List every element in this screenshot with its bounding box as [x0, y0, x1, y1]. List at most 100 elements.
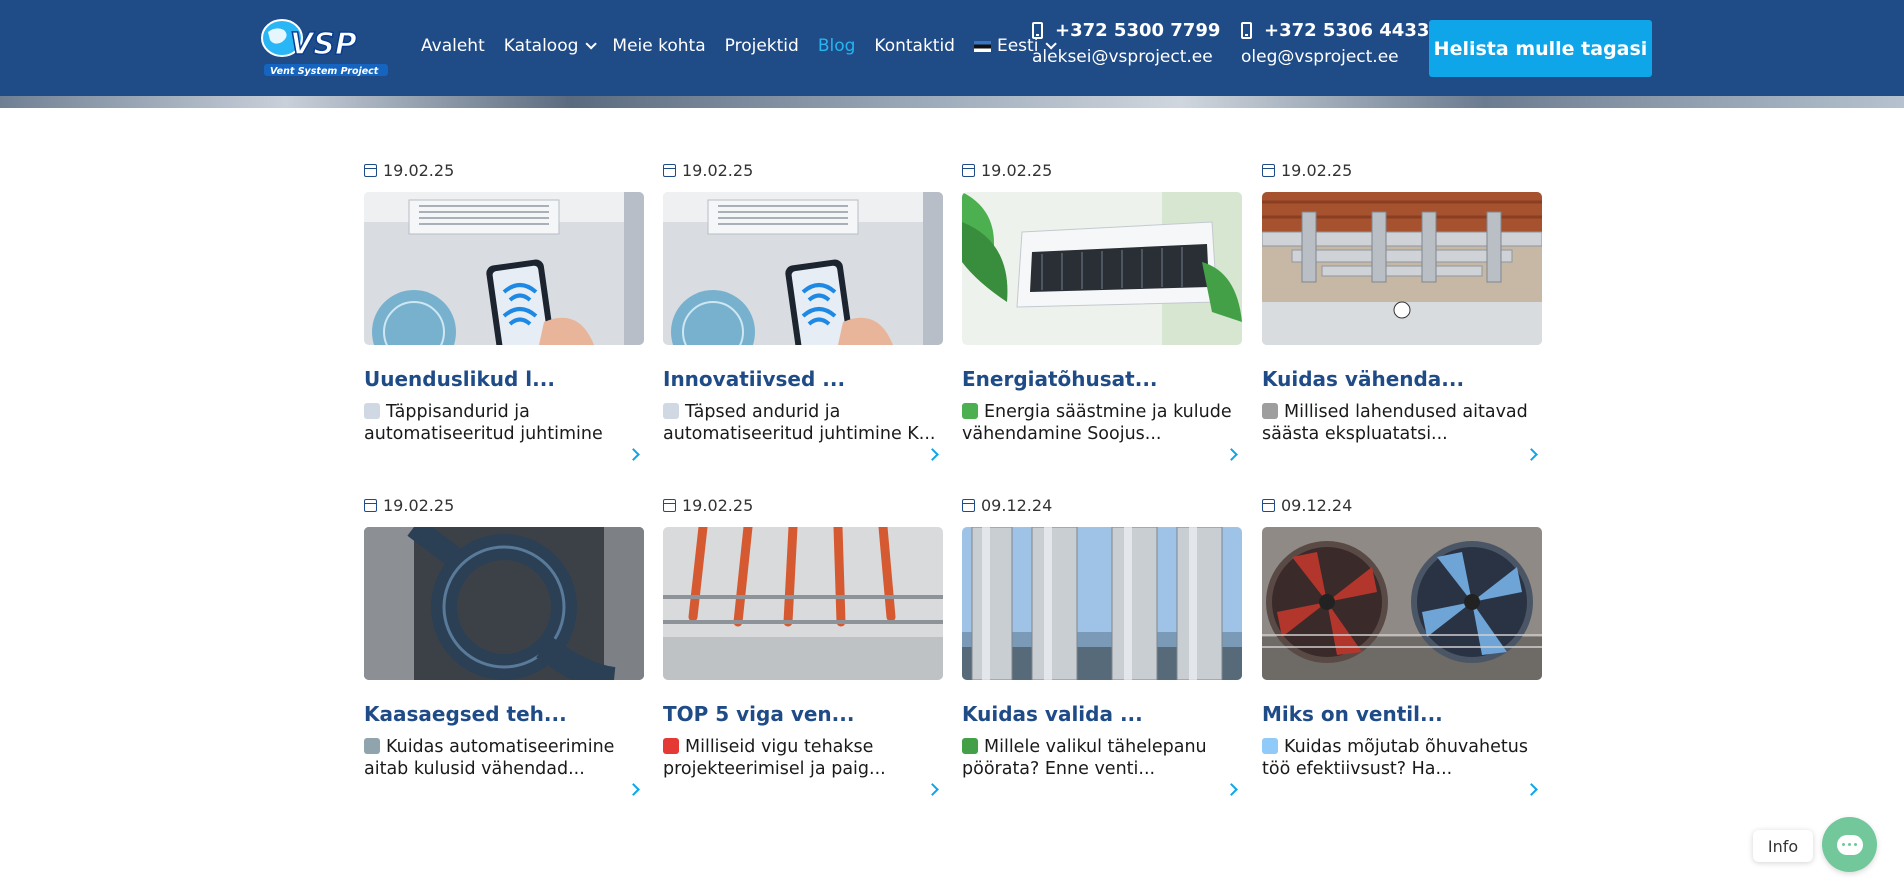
calendar-icon [364, 498, 377, 512]
phone-number: +372 5306 4433 [1264, 20, 1430, 41]
nav-projektid[interactable]: Projektid [725, 36, 799, 56]
excerpt-text: Millised lahendused aitavad säästa ekspl… [1262, 402, 1528, 444]
check-mark-icon [962, 738, 978, 754]
blog-card[interactable]: 19.02.25 TOP 5 viga ven... Milliseid vig… [663, 495, 943, 796]
chevron-right-icon[interactable] [1525, 448, 1538, 461]
chevron-right-icon[interactable] [627, 783, 640, 796]
post-date: 19.02.25 [962, 160, 1242, 180]
date-text: 19.02.25 [682, 495, 754, 515]
blog-card[interactable]: 09.12.24 Miks on ventil... Kuidas mõjuta… [1262, 495, 1542, 796]
nav-label: Projektid [724, 36, 799, 56]
post-excerpt: Kuidas mõjutab õhuvahetus töö efektiivsu… [1262, 736, 1542, 780]
contact-block-2: +372 5306 4433 oleg@vsproject.ee [1241, 20, 1429, 67]
blog-card[interactable]: 19.02.25 Uuenduslikud l... Täppisandurid… [364, 160, 644, 461]
post-image-wall-ac[interactable] [962, 192, 1242, 345]
nav-label: Meie kohta [612, 36, 706, 56]
chevron-right-icon[interactable] [926, 783, 939, 796]
calendar-icon [1262, 163, 1275, 177]
chart-icon [1262, 738, 1278, 754]
calendar-icon [364, 163, 377, 177]
calendar-icon [1262, 498, 1275, 512]
excerpt-text: Täpsed andurid ja automatiseeritud juhti… [663, 402, 936, 444]
nav-meie-kohta[interactable]: Meie kohta [612, 36, 705, 56]
phone-link-2[interactable]: +372 5306 4433 [1241, 20, 1429, 41]
post-title[interactable]: Innovatiivsed ... [663, 367, 943, 391]
chevron-down-icon [585, 38, 598, 50]
post-image-industrial-fans[interactable] [1262, 527, 1542, 680]
post-image-red-pipes[interactable] [663, 527, 943, 680]
post-image-spiral-duct[interactable] [364, 527, 644, 680]
calendar-icon [962, 163, 975, 177]
post-title[interactable]: Miks on ventil... [1262, 702, 1542, 726]
satellite-icon [364, 403, 380, 419]
blog-card[interactable]: 19.02.25 Kuidas vähenda... Millised lahe… [1262, 160, 1542, 461]
callback-button[interactable]: Helista mulle tagasi [1429, 20, 1652, 77]
excerpt-text: Millele valikul tähelepanu pöörata? Enne… [962, 737, 1207, 779]
phone-link-1[interactable]: +372 5300 7799 [1032, 20, 1220, 41]
post-date: 19.02.25 [1262, 160, 1542, 180]
date-text: 09.12.24 [981, 495, 1053, 515]
blog-card[interactable]: 19.02.25 Innovatiivsed ... Täpsed anduri… [663, 160, 943, 461]
post-excerpt: Energia säästmine ja kulude vähendamine … [962, 401, 1242, 445]
satellite-icon [663, 403, 679, 419]
post-date: 19.02.25 [663, 160, 943, 180]
chat-button[interactable] [1822, 817, 1877, 872]
post-excerpt: Millised lahendused aitavad säästa ekspl… [1262, 401, 1542, 445]
chevron-right-icon[interactable] [1525, 783, 1538, 796]
nav-label: Avaleht [421, 36, 485, 56]
chat-bubble-icon [1836, 834, 1863, 855]
post-excerpt: Täpsed andurid ja automatiseeritud juhti… [663, 401, 943, 445]
robot-icon [364, 738, 380, 754]
blog-card[interactable]: 19.02.25 Kaasaegsed teh... Kuidas automa… [364, 495, 644, 796]
chevron-right-icon[interactable] [1225, 783, 1238, 796]
post-title[interactable]: Kaasaegsed teh... [364, 702, 644, 726]
battery-icon [962, 403, 978, 419]
nav-blog[interactable]: Blog [818, 36, 856, 56]
nav-kontaktid[interactable]: Kontaktid [874, 36, 955, 56]
post-date: 19.02.25 [364, 495, 644, 515]
calendar-icon [663, 498, 676, 512]
blog-card[interactable]: 09.12.24 Kuidas valida ... Millele valik… [962, 495, 1242, 796]
tools-icon [1262, 403, 1278, 419]
date-text: 19.02.25 [1281, 160, 1353, 180]
post-excerpt: Täppisandurid ja automatiseeritud juhtim… [364, 401, 644, 445]
svg-text:VSP: VSP [290, 27, 357, 62]
hero-image-strip [0, 96, 1904, 108]
date-text: 19.02.25 [383, 495, 455, 515]
blog-card[interactable]: 19.02.25 Energiatõhusat... Energia sääst… [962, 160, 1242, 461]
post-date: 19.02.25 [364, 160, 644, 180]
chevron-right-icon[interactable] [926, 448, 939, 461]
post-image-industrial-ducts[interactable] [1262, 192, 1542, 345]
vsp-logo[interactable]: VSP Vent System Project [256, 16, 390, 80]
date-text: 19.02.25 [682, 160, 754, 180]
email-link-1[interactable]: aleksei@vsproject.ee [1032, 47, 1220, 67]
nav-label: Kontaktid [874, 36, 955, 56]
chevron-right-icon[interactable] [627, 448, 640, 461]
post-excerpt: Millele valikul tähelepanu pöörata? Enne… [962, 736, 1242, 780]
email-link-2[interactable]: oleg@vsproject.ee [1241, 47, 1429, 67]
nav-avaleht[interactable]: Avaleht [421, 36, 485, 56]
nav-kataloog[interactable]: Kataloog [504, 36, 598, 56]
chat-info-label[interactable]: Info [1753, 830, 1813, 862]
nav-label: Blog [817, 36, 856, 56]
calendar-icon [962, 498, 975, 512]
excerpt-text: Energia säästmine ja kulude vähendamine … [962, 402, 1232, 444]
post-excerpt: Milliseid vigu tehakse projekteerimisel … [663, 736, 943, 780]
post-title[interactable]: Energiatõhusat... [962, 367, 1242, 391]
post-image-steel-chimneys[interactable] [962, 527, 1242, 680]
post-title[interactable]: Uuenduslikud l... [364, 367, 644, 391]
post-title[interactable]: Kuidas valida ... [962, 702, 1242, 726]
post-image-smart-ac[interactable] [364, 192, 644, 345]
date-text: 09.12.24 [1281, 495, 1353, 515]
post-date: 19.02.25 [663, 495, 943, 515]
post-excerpt: Kuidas automatiseerimine aitab kulusid v… [364, 736, 644, 780]
date-text: 19.02.25 [981, 160, 1053, 180]
main-nav: Avaleht Kataloog Meie kohta Projektid Bl… [421, 36, 1072, 56]
site-header: VSP Vent System Project Avaleht Kataloog… [0, 0, 1904, 96]
excerpt-text: Milliseid vigu tehakse projekteerimisel … [663, 737, 886, 779]
post-image-smart-ac[interactable] [663, 192, 943, 345]
post-title[interactable]: TOP 5 viga ven... [663, 702, 943, 726]
post-title[interactable]: Kuidas vähenda... [1262, 367, 1542, 391]
contact-block-1: +372 5300 7799 aleksei@vsproject.ee [1032, 20, 1220, 67]
chevron-right-icon[interactable] [1225, 448, 1238, 461]
